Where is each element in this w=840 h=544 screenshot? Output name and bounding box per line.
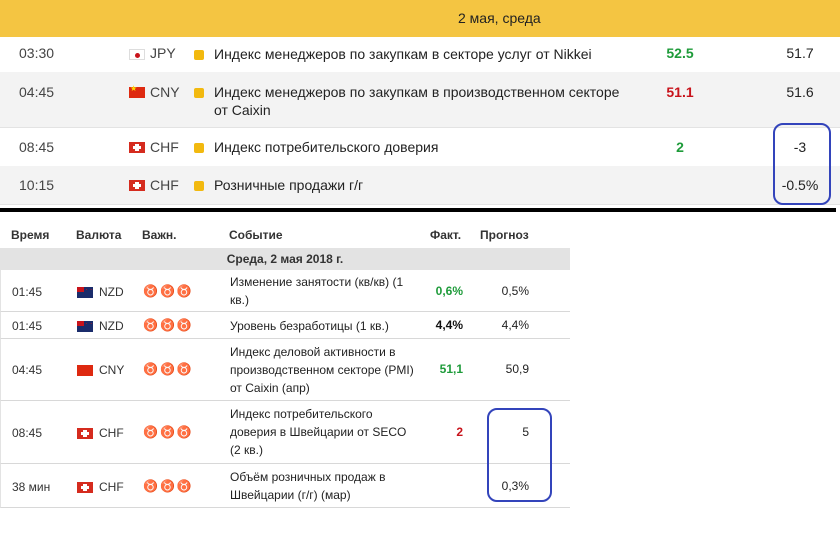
date-header: 2 мая, среда (0, 0, 840, 37)
header-time: Время (11, 228, 50, 242)
china-flag-icon (129, 84, 145, 98)
importance-bulls-icon: ♉♉♉ (143, 479, 194, 493)
header-forecast: Прогноз (480, 228, 529, 242)
separator-line (0, 208, 836, 212)
event-title[interactable]: Индекс потребительского доверия в Швейца… (230, 405, 420, 459)
event-actual: 2 (676, 139, 684, 155)
top-economic-calendar: 2 мая, среда 03:30 JPY Индекс менеджеров… (0, 0, 840, 205)
event-actual: 52.5 (666, 45, 694, 61)
date-header-label: 2 мая, среда (458, 10, 541, 26)
event-forecast: 0,5% (501, 284, 529, 298)
importance-icon (194, 181, 204, 191)
event-row[interactable]: 03:30 JPY Индекс менеджеров по закупкам … (0, 37, 840, 73)
event-currency: CHF (99, 426, 124, 440)
switzerland-flag-icon (129, 180, 145, 191)
event-actual: 51.1 (666, 84, 694, 100)
event-forecast: 4,4% (501, 318, 529, 332)
event-time: 38 мин (12, 480, 51, 494)
event-time: 03:30 (19, 45, 55, 61)
event-title[interactable]: Уровень безработицы (1 кв.) (230, 317, 420, 335)
header-currency: Валюта (76, 228, 122, 242)
event-row[interactable]: 01:45 NZD ♉♉♉ Уровень безработицы (1 кв.… (0, 312, 570, 339)
event-currency: NZD (99, 319, 124, 333)
importance-bulls-icon: ♉♉♉ (143, 318, 194, 332)
forecast-highlight-oval (487, 408, 552, 502)
event-currency: CNY (99, 363, 125, 377)
event-time: 08:45 (12, 426, 43, 440)
event-title[interactable]: Индекс деловой активности в производстве… (230, 343, 420, 397)
event-row[interactable]: 08:45 CHF Индекс потребительского довери… (0, 127, 840, 167)
event-time: 04:45 (19, 84, 55, 100)
event-title[interactable]: Объём розничных продаж в Швейцарии (г/г)… (230, 468, 420, 504)
event-title[interactable]: Индекс потребительского доверия (214, 138, 634, 156)
event-row[interactable]: 38 мин CHF ♉♉♉ Объём розничных продаж в … (0, 464, 570, 508)
switzerland-flag-icon (77, 428, 93, 439)
event-currency: JPY (150, 45, 176, 61)
event-actual: 0,6% (435, 284, 463, 298)
event-row[interactable]: 04:45 CNY Индекс менеджеров по закупкам … (0, 72, 840, 128)
event-row[interactable]: 08:45 CHF ♉♉♉ Индекс потребительского до… (0, 401, 570, 464)
event-title[interactable]: Индекс менеджеров по закупкам в производ… (214, 83, 634, 119)
event-forecast: 51.7 (786, 45, 814, 61)
switzerland-flag-icon (77, 482, 93, 493)
event-currency: CHF (99, 480, 124, 494)
event-actual: 2 (456, 425, 463, 439)
event-title[interactable]: Розничные продажи г/г (214, 176, 634, 194)
event-actual: 4,4% (435, 318, 463, 332)
event-title[interactable]: Изменение занятости (кв/кв) (1 кв.) (230, 273, 420, 309)
event-title[interactable]: Индекс менеджеров по закупкам в секторе … (214, 45, 634, 63)
event-time: 01:45 (12, 285, 43, 299)
header-event: Событие (229, 228, 283, 242)
event-currency: NZD (99, 285, 124, 299)
importance-icon (194, 50, 204, 60)
event-currency: CHF (150, 139, 179, 155)
forecast-highlight-oval (773, 123, 831, 205)
event-actual: 51,1 (439, 362, 463, 376)
date-row: Среда, 2 мая 2018 г. (0, 248, 570, 270)
event-row[interactable]: 01:45 NZD ♉♉♉ Изменение занятости (кв/кв… (0, 270, 570, 312)
header-actual: Факт. (430, 228, 462, 242)
header-importance: Важн. (142, 228, 177, 242)
event-time: 01:45 (12, 319, 43, 333)
event-time: 08:45 (19, 139, 55, 155)
switzerland-flag-icon (129, 142, 145, 153)
japan-flag-icon (129, 49, 145, 60)
importance-bulls-icon: ♉♉♉ (143, 284, 194, 298)
importance-icon (194, 143, 204, 153)
importance-bulls-icon: ♉♉♉ (143, 362, 194, 376)
event-currency: CHF (150, 177, 179, 193)
china-flag-icon (77, 365, 93, 376)
new-zealand-flag-icon (77, 285, 93, 298)
event-forecast: 51.6 (786, 84, 814, 100)
event-row[interactable]: 04:45 CNY ♉♉♉ Индекс деловой активности … (0, 339, 570, 401)
event-currency: CNY (150, 84, 180, 100)
importance-icon (194, 88, 204, 98)
event-time: 04:45 (12, 363, 43, 377)
importance-bulls-icon: ♉♉♉ (143, 425, 194, 439)
event-forecast: 50,9 (505, 362, 529, 376)
new-zealand-flag-icon (77, 319, 93, 332)
event-row[interactable]: 10:15 CHF Розничные продажи г/г -0.5% (0, 166, 840, 205)
event-time: 10:15 (19, 177, 55, 193)
